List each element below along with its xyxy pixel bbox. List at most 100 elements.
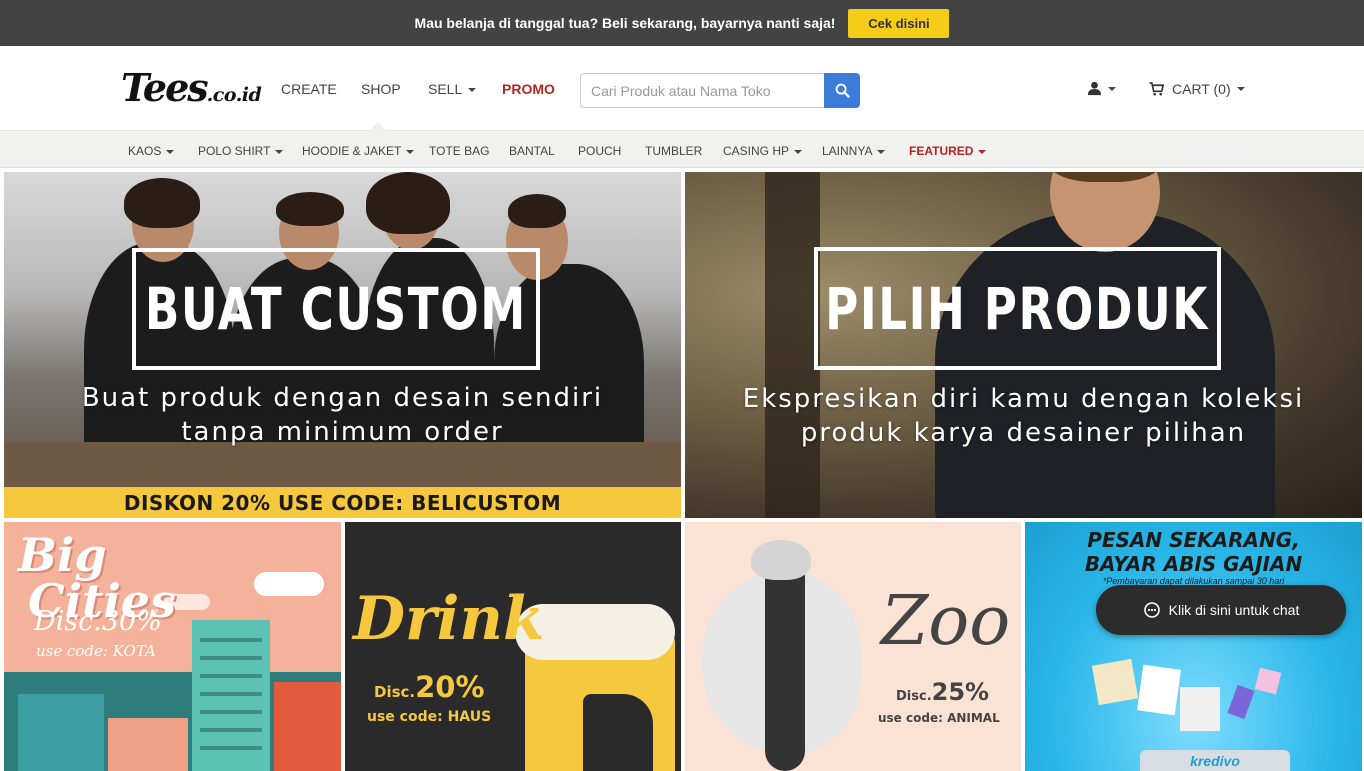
hero-subtitle-line1: Ekspresikan diri kamu dengan koleksi bbox=[742, 384, 1305, 414]
product-tote-icon bbox=[1091, 658, 1139, 706]
chevron-down-icon bbox=[794, 149, 803, 154]
search-button[interactable] bbox=[824, 73, 860, 108]
chevron-down-icon bbox=[166, 149, 175, 154]
hero-pilih-produk-banner[interactable]: PILIH PRODUK Ekspresikan diri kamu denga… bbox=[685, 172, 1362, 518]
hero-subtitle-line2: tanpa minimum order bbox=[181, 417, 504, 447]
hero-title: PILIH PRODUK bbox=[825, 274, 1210, 343]
category-casing-hp[interactable]: CASING HP bbox=[723, 144, 803, 158]
chevron-down-icon bbox=[468, 88, 477, 93]
building-red bbox=[274, 682, 341, 771]
chevron-down-icon bbox=[1108, 86, 1116, 91]
user-icon bbox=[1087, 81, 1102, 96]
promo-tile-drink[interactable]: Drink Disc.20% use code: HAUS bbox=[345, 522, 681, 771]
building-blue bbox=[18, 694, 104, 771]
big-cities-discount: Disc.30% bbox=[34, 606, 162, 637]
zoo-title: Zoo bbox=[881, 582, 1011, 661]
mug-letter-b bbox=[583, 694, 653, 771]
zoo-discount: Disc.25% bbox=[896, 678, 989, 706]
buat-custom-frame: BUAT CUSTOM bbox=[132, 248, 540, 370]
paylater-title-line1: PESAN SEKARANG, bbox=[1087, 528, 1300, 552]
diskon-code-strip: DISKON 20% USE CODE: BELICUSTOM bbox=[4, 487, 681, 518]
site-header: Tees.co.id CREATE SHOP SELL PROMO CART (… bbox=[0, 46, 1364, 131]
top-promo-message: Mau belanja di tanggal tua? Beli sekaran… bbox=[414, 15, 836, 31]
hero-subtitle: Ekspresikan diri kamu dengan koleksi pro… bbox=[685, 382, 1362, 450]
drink-disc-prefix: Disc. bbox=[374, 683, 416, 701]
promo-tile-big-cities[interactable]: Big Cities Disc.30% use code: KOTA bbox=[4, 522, 341, 771]
category-lainnya[interactable]: LAINNYA bbox=[822, 144, 886, 158]
big-cities-code: use code: KOTA bbox=[36, 642, 156, 660]
zoo-code: use code: ANIMAL bbox=[878, 711, 1000, 725]
logo-sub: .co.id bbox=[206, 84, 262, 106]
category-polo-shirt[interactable]: POLO SHIRT bbox=[198, 144, 284, 158]
building-windows bbox=[200, 634, 262, 764]
user-menu[interactable] bbox=[1087, 81, 1116, 96]
paylater-title: PESAN SEKARANG, BAYAR ABIS GAJIAN bbox=[1025, 528, 1362, 576]
illustration-mask bbox=[751, 540, 811, 580]
photo-person-3-hair bbox=[366, 172, 450, 234]
category-nav: KAOS POLO SHIRT HOODIE & JAKET TOTE BAG … bbox=[0, 131, 1364, 168]
photo-person-4-hair bbox=[508, 194, 566, 228]
nav-sell[interactable]: SELL bbox=[428, 81, 477, 97]
category-pouch[interactable]: POUCH bbox=[578, 144, 621, 158]
category-hoodie-jaket[interactable]: HOODIE & JAKET bbox=[302, 144, 415, 158]
category-kaos[interactable]: KAOS bbox=[128, 144, 175, 158]
hero-title: BUAT CUSTOM bbox=[145, 275, 527, 343]
zoo-disc-prefix: Disc. bbox=[896, 689, 932, 704]
logo-main: Tees bbox=[121, 65, 209, 110]
building-pink bbox=[108, 718, 188, 771]
product-bag-icon bbox=[1136, 664, 1182, 716]
category-label: CASING HP bbox=[723, 144, 790, 158]
search-bar bbox=[580, 73, 860, 108]
chat-bubble-icon bbox=[1143, 602, 1160, 618]
nav-shop[interactable]: SHOP bbox=[361, 81, 401, 97]
zoo-disc-value: 25% bbox=[931, 678, 990, 706]
photo-person-1-hair bbox=[124, 178, 200, 228]
chevron-down-icon bbox=[877, 149, 886, 154]
product-shirt-icon bbox=[1180, 687, 1220, 731]
site-logo[interactable]: Tees.co.id bbox=[121, 65, 262, 115]
category-label: FEATURED bbox=[909, 144, 974, 158]
category-label: POLO SHIRT bbox=[198, 144, 271, 158]
category-bantal[interactable]: BANTAL bbox=[509, 144, 555, 158]
kredivo-brand: kredivo bbox=[1140, 750, 1290, 771]
hero-buat-custom-banner[interactable]: BUAT CUSTOM Buat produk dengan desain se… bbox=[4, 172, 681, 518]
drink-disc-value: 20% bbox=[415, 670, 485, 704]
chat-button[interactable]: Klik di sini untuk chat bbox=[1096, 585, 1346, 635]
category-tumbler[interactable]: TUMBLER bbox=[645, 144, 702, 158]
cek-disini-button[interactable]: Cek disini bbox=[848, 8, 950, 38]
search-input[interactable] bbox=[580, 73, 824, 108]
hero-subtitle: Buat produk dengan desain sendiri tanpa … bbox=[4, 381, 681, 449]
drink-discount: Disc.20% bbox=[374, 670, 485, 704]
chevron-down-icon bbox=[406, 149, 415, 154]
drink-code: use code: HAUS bbox=[367, 709, 492, 725]
chat-label: Klik di sini untuk chat bbox=[1168, 602, 1300, 618]
nav-sell-label: SELL bbox=[428, 81, 463, 97]
paylater-title-line2: BAYAR ABIS GAJIAN bbox=[1084, 552, 1303, 576]
category-label: KAOS bbox=[128, 144, 162, 158]
hero-subtitle-line2: produk karya desainer pilihan bbox=[800, 418, 1247, 448]
pilih-produk-frame: PILIH PRODUK bbox=[814, 247, 1221, 370]
search-icon bbox=[835, 83, 850, 98]
top-promo-bar: Mau belanja di tanggal tua? Beli sekaran… bbox=[0, 0, 1364, 46]
shop-active-pointer bbox=[369, 122, 387, 131]
drink-title: Drink bbox=[353, 584, 545, 654]
cart-label: CART (0) bbox=[1172, 81, 1231, 97]
cart-menu[interactable]: CART (0) bbox=[1149, 81, 1245, 97]
promo-tile-bayar-abis-gajian[interactable]: PESAN SEKARANG, BAYAR ABIS GAJIAN *Pemba… bbox=[1025, 522, 1362, 771]
promo-tile-zoo[interactable]: Zoo Disc.25% use code: ANIMAL bbox=[685, 522, 1021, 771]
nav-promo[interactable]: PROMO bbox=[502, 81, 555, 97]
photo-person-2-hair bbox=[276, 192, 344, 226]
cart-icon bbox=[1149, 82, 1164, 96]
nav-create[interactable]: CREATE bbox=[281, 81, 337, 97]
hero-subtitle-line1: Buat produk dengan desain sendiri bbox=[81, 383, 604, 413]
chevron-down-icon bbox=[978, 149, 987, 154]
category-label: LAINNYA bbox=[822, 144, 873, 158]
category-tote-bag[interactable]: TOTE BAG bbox=[429, 144, 489, 158]
category-featured[interactable]: FEATURED bbox=[909, 144, 987, 158]
photo-tree-trunk bbox=[765, 172, 820, 518]
chevron-down-icon bbox=[1236, 87, 1245, 91]
chevron-down-icon bbox=[275, 149, 284, 154]
big-cities-title-line1: Big bbox=[18, 528, 107, 582]
cloud-shape bbox=[254, 572, 324, 596]
category-label: HOODIE & JAKET bbox=[302, 144, 402, 158]
